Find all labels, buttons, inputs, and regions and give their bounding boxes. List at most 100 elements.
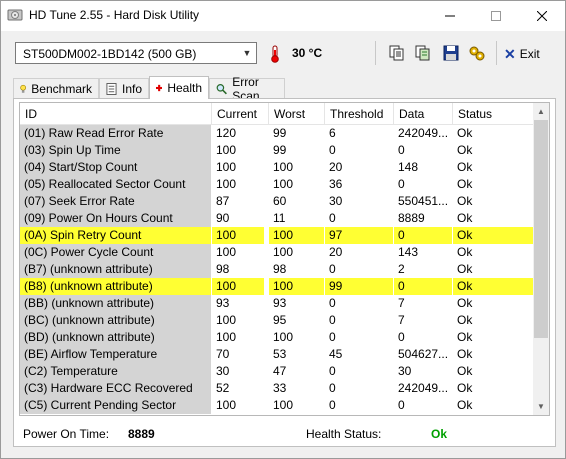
table-row[interactable]: (0C) Power Cycle Count 100 100 20 143 Ok [20,244,535,261]
tab-label: Info [121,81,142,96]
save-button[interactable] [441,43,461,63]
tab-health[interactable]: Health [149,76,209,99]
cell-status: Ok [457,143,473,157]
table-row[interactable]: (BC) (unknown attribute) 100 95 0 7 Ok [20,312,535,329]
column-header-worst[interactable]: Worst [269,103,325,125]
table-row[interactable]: (07) Seek Error Rate 87 60 30 550451... Ok [20,193,535,210]
table-row[interactable]: (BB) (unknown attribute) 93 93 0 7 Ok [20,295,535,312]
cell-current: 52 [216,381,230,395]
cell-current: 100 [216,398,237,412]
cell-status: Ok [457,381,473,395]
cell-current: 90 [216,211,230,225]
cell-status: Ok [457,245,473,259]
health-panel: ID Current Worst Threshold Data Status (… [13,98,556,447]
cell-worst: 100 [269,227,324,244]
column-header-current[interactable]: Current [212,103,269,125]
copy-icon [389,45,404,61]
cell-worst: 100 [273,160,294,174]
cell-status: Ok [457,262,473,276]
maximize-icon [491,11,501,21]
minimize-icon [445,15,455,17]
cell-threshold: 0 [329,381,336,395]
cell-status: Ok [457,177,473,191]
copy-button[interactable] [387,43,407,63]
table-row[interactable]: (C2) Temperature 30 47 0 30 Ok [20,363,535,380]
options-button[interactable] [467,43,487,63]
table-row[interactable]: (BE) Airflow Temperature 70 53 45 504627... O… [20,346,535,363]
health-cross-icon [156,84,163,92]
cell-id: (BD) (unknown attribute) [20,329,211,346]
cell-id: (C2) Temperature [20,363,211,380]
scroll-down-icon[interactable]: ▼ [533,398,549,415]
table-row[interactable]: (C5) Current Pending Sector 100 100 0 0 Ok [20,397,535,414]
drive-select[interactable]: ST500DM002-1BD142 (500 GB) ▼ [15,42,257,64]
cell-id: (C5) Current Pending Sector [20,397,211,414]
cell-current: 93 [216,296,230,310]
health-status-label: Health Status: [306,427,382,441]
cell-status: Ok [457,126,473,140]
cell-current: 100 [212,278,264,295]
cell-threshold: 20 [329,245,343,259]
title-bar: HD Tune 2.55 - Hard Disk Utility [1,1,565,31]
exit-button[interactable]: ✕ Exit [504,44,540,64]
cell-id: (04) Start/Stop Count [20,159,211,176]
table-row[interactable]: (B8) (unknown attribute) 100 100 99 0 Ok [20,278,535,295]
floppy-disk-icon [443,45,459,61]
cell-data: 148 [398,160,419,174]
scroll-thumb[interactable] [534,120,548,338]
column-header-data[interactable]: Data [394,103,453,125]
column-header-id[interactable]: ID [20,103,212,125]
cell-threshold: 0 [329,296,336,310]
cell-data: 242049... [398,126,449,140]
copy-all-icon [415,45,430,61]
tab-info[interactable]: Info [99,78,149,98]
cell-status: Ok [457,313,473,327]
cell-data: 8889 [398,211,425,225]
cell-threshold: 36 [329,177,343,191]
cell-worst: 33 [273,381,287,395]
table-row[interactable]: (05) Reallocated Sector Count 100 100 36 0 Ok [20,176,535,193]
table-row[interactable]: (C3) Hardware ECC Recovered 52 33 0 242049..… [20,380,535,397]
cell-current: 100 [216,313,237,327]
cell-current: 120 [216,126,237,140]
cell-worst: 99 [273,143,287,157]
cell-status: Ok [453,227,535,244]
table-row[interactable]: (03) Spin Up Time 100 99 0 0 Ok [20,142,535,159]
scroll-up-icon[interactable]: ▲ [533,103,549,120]
cell-status: Ok [457,296,473,310]
cell-current: 100 [216,177,237,191]
vertical-scrollbar[interactable]: ▲ ▼ [533,103,549,415]
cell-worst: 60 [273,194,287,208]
cell-id: (0C) Power Cycle Count [20,244,211,261]
column-header-threshold[interactable]: Threshold [325,103,394,125]
table-row[interactable]: (0A) Spin Retry Count 100 100 97 0 Ok [20,227,535,244]
cell-status: Ok [457,160,473,174]
close-icon [537,11,547,21]
status-footer: Power On Time: 8889 Health Status: Ok [14,417,555,447]
table-row[interactable]: (B7) (unknown attribute) 98 98 0 2 Ok [20,261,535,278]
table-row[interactable]: (04) Start/Stop Count 100 100 20 148 Ok [20,159,535,176]
cell-data: 0 [398,143,405,157]
maximize-button[interactable] [473,1,519,31]
cell-worst: 99 [273,126,287,140]
window-title: HD Tune 2.55 - Hard Disk Utility [29,8,200,22]
tab-benchmark[interactable]: Benchmark [13,78,99,98]
cell-current: 100 [216,160,237,174]
minimize-button[interactable] [427,1,473,31]
cell-threshold: 0 [329,211,336,225]
toolbar-separator [496,41,497,65]
cell-worst: 100 [273,330,294,344]
copy-all-button[interactable] [413,43,433,63]
table-row[interactable]: (01) Raw Read Error Rate 120 99 6 242049... O… [20,125,535,142]
tab-error-scan[interactable]: Error Scan [209,75,285,103]
cell-status: Ok [457,330,473,344]
exit-icon: ✕ [504,45,516,62]
cell-data: 0 [398,177,405,191]
column-header-status[interactable]: Status [453,103,535,125]
cell-threshold: 0 [329,262,336,276]
power-on-time-value: 8889 [128,427,155,441]
smart-table: ID Current Worst Threshold Data Status (… [19,102,550,416]
table-row[interactable]: (09) Power On Hours Count 90 11 0 8889 Ok [20,210,535,227]
table-row[interactable]: (BD) (unknown attribute) 100 100 0 0 Ok [20,329,535,346]
close-button[interactable] [519,1,565,31]
